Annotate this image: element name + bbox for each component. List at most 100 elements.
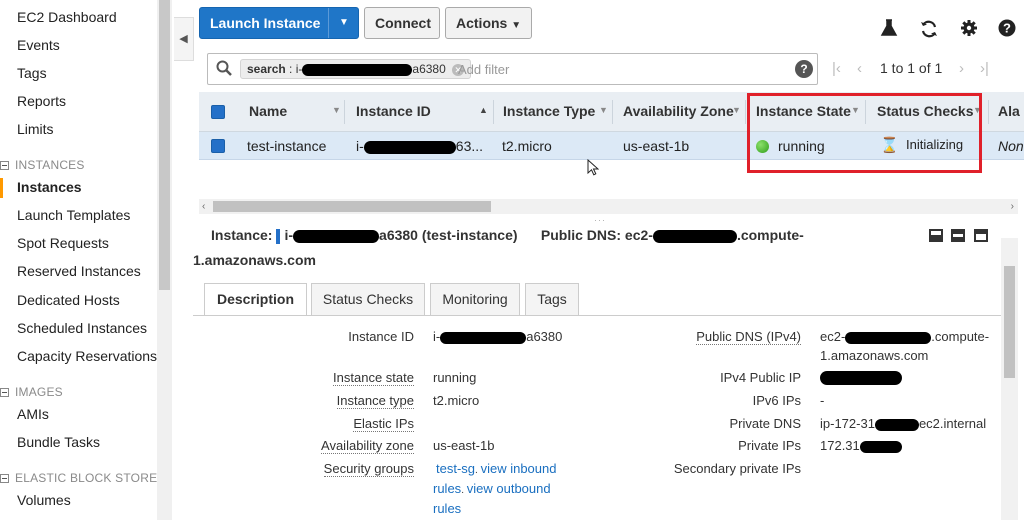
scroll-thumb[interactable] bbox=[1004, 266, 1015, 378]
redacted-block bbox=[874, 418, 919, 431]
tab-monitoring[interactable]: Monitoring bbox=[430, 283, 520, 315]
column-alarm-status[interactable]: Ala bbox=[998, 103, 1020, 119]
sort-icon: ▼ bbox=[599, 105, 608, 115]
value-availability-zone: us-east-1b bbox=[433, 438, 495, 453]
scroll-thumb[interactable] bbox=[159, 0, 170, 290]
select-all-checkbox[interactable] bbox=[211, 105, 225, 119]
redacted-block bbox=[302, 63, 413, 76]
detail-dns-continued: 1.amazonaws.com bbox=[193, 252, 316, 268]
tab-tags[interactable]: Tags bbox=[525, 283, 579, 315]
sidebar-item-events[interactable]: Events bbox=[17, 37, 60, 53]
security-group-link[interactable]: test-sg bbox=[436, 461, 475, 476]
detail-vertical-scrollbar[interactable] bbox=[1001, 238, 1018, 520]
view-inbound-rules-link[interactable]: view inbound bbox=[481, 461, 557, 476]
scroll-thumb[interactable] bbox=[213, 201, 491, 212]
search-input[interactable]: Add filter bbox=[458, 62, 509, 77]
help-icon[interactable]: ? bbox=[996, 19, 1018, 41]
sidebar-item-tags[interactable]: Tags bbox=[17, 65, 47, 81]
active-indicator bbox=[0, 178, 3, 198]
connect-button[interactable]: Connect bbox=[364, 7, 440, 39]
column-instance-type[interactable]: Instance Type bbox=[503, 103, 595, 119]
detail-title: Instance: i-a6380 (test-instance) Public … bbox=[211, 227, 804, 244]
sidebar-item-scheduled-instances[interactable]: Scheduled Instances bbox=[17, 320, 147, 336]
scroll-right-icon[interactable]: › bbox=[1011, 199, 1014, 214]
label-availability-zone: Availability zone bbox=[321, 438, 414, 454]
last-page-icon[interactable]: ›| bbox=[980, 60, 989, 77]
cell-name: test-instance bbox=[247, 138, 327, 154]
sidebar-scrollbar[interactable] bbox=[157, 0, 172, 520]
label-ipv6-ips: IPv6 IPs bbox=[752, 393, 801, 408]
label-secondary-private-ips: Secondary private IPs bbox=[673, 461, 801, 476]
sidebar-item-bundle-tasks[interactable]: Bundle Tasks bbox=[17, 434, 100, 450]
collapse-icon bbox=[0, 474, 9, 484]
redacted-block bbox=[363, 140, 456, 154]
sidebar: EC2 Dashboard Events Tags Reports Limits… bbox=[0, 0, 172, 520]
first-page-icon[interactable]: |‹ bbox=[832, 60, 841, 77]
sidebar-item-reserved-instances[interactable]: Reserved Instances bbox=[17, 263, 141, 279]
column-availability-zone[interactable]: Availability Zone bbox=[623, 103, 734, 119]
label-private-dns: Private DNS bbox=[729, 416, 801, 431]
cell-instance-type: t2.micro bbox=[502, 138, 552, 154]
sidebar-item-volumes[interactable]: Volumes bbox=[17, 492, 71, 508]
value-ipv6-ips: - bbox=[820, 393, 825, 408]
sidebar-section-ebs[interactable]: ELASTIC BLOCK STORE bbox=[0, 471, 157, 485]
chevron-down-icon: ▼ bbox=[511, 20, 522, 31]
sidebar-item-spot-requests[interactable]: Spot Requests bbox=[17, 235, 109, 251]
sidebar-section-instances[interactable]: INSTANCES bbox=[0, 158, 85, 172]
prev-page-icon[interactable]: ‹ bbox=[857, 60, 862, 77]
sort-icon: ▼ bbox=[732, 105, 741, 115]
label-elastic-ips: Elastic IPs bbox=[353, 416, 414, 432]
value-ipv4-public-ip bbox=[820, 369, 902, 385]
label-public-dns: Public DNS (IPv4) bbox=[696, 329, 801, 345]
chevron-down-icon[interactable]: ▼ bbox=[328, 8, 359, 38]
table-horizontal-scrollbar[interactable]: ‹ › bbox=[199, 199, 1018, 214]
tab-description[interactable]: Description bbox=[204, 283, 307, 316]
resize-handle[interactable]: ··· bbox=[594, 215, 606, 225]
search-filter-chip[interactable]: search : i-a6380 ✕ bbox=[240, 59, 472, 79]
collapse-icon bbox=[0, 161, 9, 171]
label-instance-state: Instance state bbox=[333, 370, 414, 386]
chevron-left-icon: ◀ bbox=[179, 33, 188, 45]
sidebar-item-reports[interactable]: Reports bbox=[17, 93, 66, 109]
value-private-dns: ip-172-31 ec2.internal bbox=[820, 416, 987, 431]
refresh-icon[interactable] bbox=[918, 19, 940, 41]
sidebar-item-dedicated-hosts[interactable]: Dedicated Hosts bbox=[17, 292, 120, 308]
next-page-icon[interactable]: › bbox=[959, 60, 964, 77]
tab-status-checks[interactable]: Status Checks bbox=[311, 283, 425, 315]
sidebar-item-capacity-reservations[interactable]: Capacity Reservations bbox=[17, 348, 157, 364]
actions-button[interactable]: Actions ▼ bbox=[445, 7, 532, 39]
label-instance-id: Instance ID bbox=[348, 329, 414, 344]
column-name[interactable]: Name bbox=[249, 103, 287, 119]
collapse-sidebar-button[interactable]: ◀ bbox=[174, 17, 194, 61]
value-security-groups: test-sg. view inbound bbox=[436, 461, 557, 476]
sidebar-item-ec2-dashboard[interactable]: EC2 Dashboard bbox=[17, 9, 117, 25]
row-checkbox[interactable] bbox=[211, 139, 225, 153]
view-outbound-rules-link-cont[interactable]: rules bbox=[433, 501, 461, 516]
flask-icon[interactable] bbox=[878, 19, 900, 41]
help-icon[interactable]: ? bbox=[795, 60, 813, 78]
sidebar-item-launch-templates[interactable]: Launch Templates bbox=[17, 207, 130, 223]
pane-half-icon[interactable] bbox=[951, 229, 965, 242]
label-ipv4-public-ip: IPv4 Public IP bbox=[720, 370, 801, 385]
sort-asc-icon: ▲ bbox=[479, 105, 488, 115]
gear-icon[interactable] bbox=[958, 19, 980, 41]
value-public-dns: ec2- .compute- bbox=[820, 329, 990, 344]
pagination-label: 1 to 1 of 1 bbox=[880, 60, 943, 76]
pane-maximize-icon[interactable] bbox=[974, 229, 988, 242]
sidebar-section-images[interactable]: IMAGES bbox=[0, 385, 63, 399]
sidebar-item-instances[interactable]: Instances bbox=[17, 179, 82, 195]
launch-instance-button[interactable]: Launch Instance ▼ bbox=[199, 7, 359, 39]
scroll-left-icon[interactable]: ‹ bbox=[202, 199, 205, 214]
column-instance-id[interactable]: Instance ID bbox=[356, 103, 431, 119]
view-outbound-rules-link[interactable]: view outbound bbox=[467, 481, 551, 496]
view-inbound-rules-link-cont[interactable]: rules bbox=[433, 481, 461, 496]
sidebar-item-limits[interactable]: Limits bbox=[17, 121, 54, 137]
value-instance-id: i-a6380 bbox=[433, 329, 563, 344]
sidebar-item-amis[interactable]: AMIs bbox=[17, 406, 49, 422]
value-private-ips: 172.31 bbox=[820, 438, 902, 453]
pagination: |‹ ‹ 1 to 1 of 1 › ›| bbox=[832, 60, 1002, 80]
collapse-icon bbox=[0, 388, 9, 398]
pane-minimize-icon[interactable] bbox=[929, 229, 943, 242]
label-instance-type: Instance type bbox=[336, 393, 414, 409]
search-bar[interactable]: search : i-a6380 ✕ Add filter ? bbox=[207, 53, 818, 85]
